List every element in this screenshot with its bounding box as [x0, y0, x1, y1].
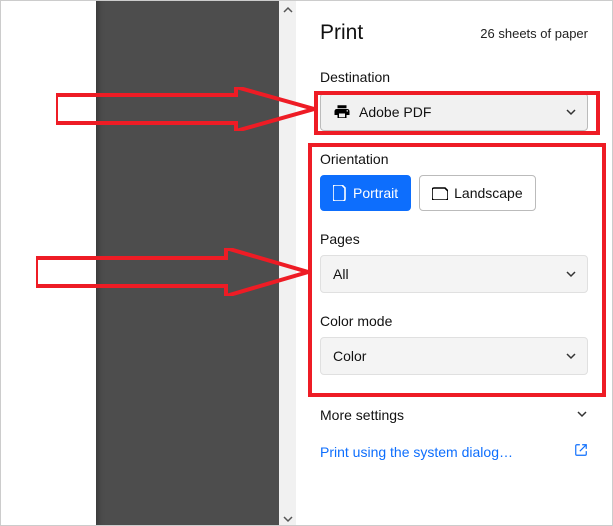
more-settings-button[interactable]: More settings — [320, 395, 588, 435]
orientation-label: Orientation — [320, 151, 588, 167]
orientation-portrait-label: Portrait — [353, 185, 398, 201]
chevron-down-icon — [565, 106, 577, 118]
color-mode-select[interactable]: Color — [320, 337, 588, 375]
destination-select[interactable]: Adobe PDF — [320, 93, 588, 131]
orientation-portrait-button[interactable]: Portrait — [320, 175, 411, 211]
chevron-down-icon — [565, 350, 577, 362]
color-mode-label: Color mode — [320, 313, 588, 329]
printer-icon — [333, 103, 351, 121]
preview-text-fragment-2: s — [0, 282, 11, 299]
pages-value: All — [333, 266, 349, 282]
more-settings-label: More settings — [320, 407, 404, 423]
portrait-icon — [333, 185, 347, 201]
scroll-up-icon[interactable] — [279, 1, 296, 18]
destination-label: Destination — [320, 69, 588, 85]
orientation-landscape-label: Landscape — [454, 185, 523, 201]
color-mode-value: Color — [333, 348, 366, 364]
orientation-landscape-button[interactable]: Landscape — [419, 175, 536, 211]
preview-page-text: al media nmark. It ious ns, Social media… — [0, 15, 11, 299]
landscape-icon — [432, 186, 448, 200]
page-title: Print — [320, 21, 363, 45]
chevron-down-icon — [576, 407, 588, 423]
open-external-icon — [574, 443, 588, 460]
preview-page: al media nmark. It ious ns, Social media… — [0, 0, 96, 526]
pages-label: Pages — [320, 231, 588, 247]
print-settings-panel: Print 26 sheets of paper Destination Ado… — [296, 1, 612, 526]
print-preview-area: al media nmark. It ious ns, Social media… — [1, 1, 296, 526]
sheet-count: 26 sheets of paper — [480, 26, 588, 41]
pages-select[interactable]: All — [320, 255, 588, 293]
system-dialog-label: Print using the system dialog… — [320, 444, 513, 460]
system-dialog-link[interactable]: Print using the system dialog… — [320, 435, 588, 468]
scroll-down-icon[interactable] — [279, 510, 296, 526]
preview-scrollbar[interactable] — [279, 1, 296, 526]
chevron-down-icon — [565, 268, 577, 280]
destination-value: Adobe PDF — [359, 104, 431, 120]
print-dialog-viewport: al media nmark. It ious ns, Social media… — [0, 0, 613, 526]
panel-header: Print 26 sheets of paper — [320, 21, 588, 45]
